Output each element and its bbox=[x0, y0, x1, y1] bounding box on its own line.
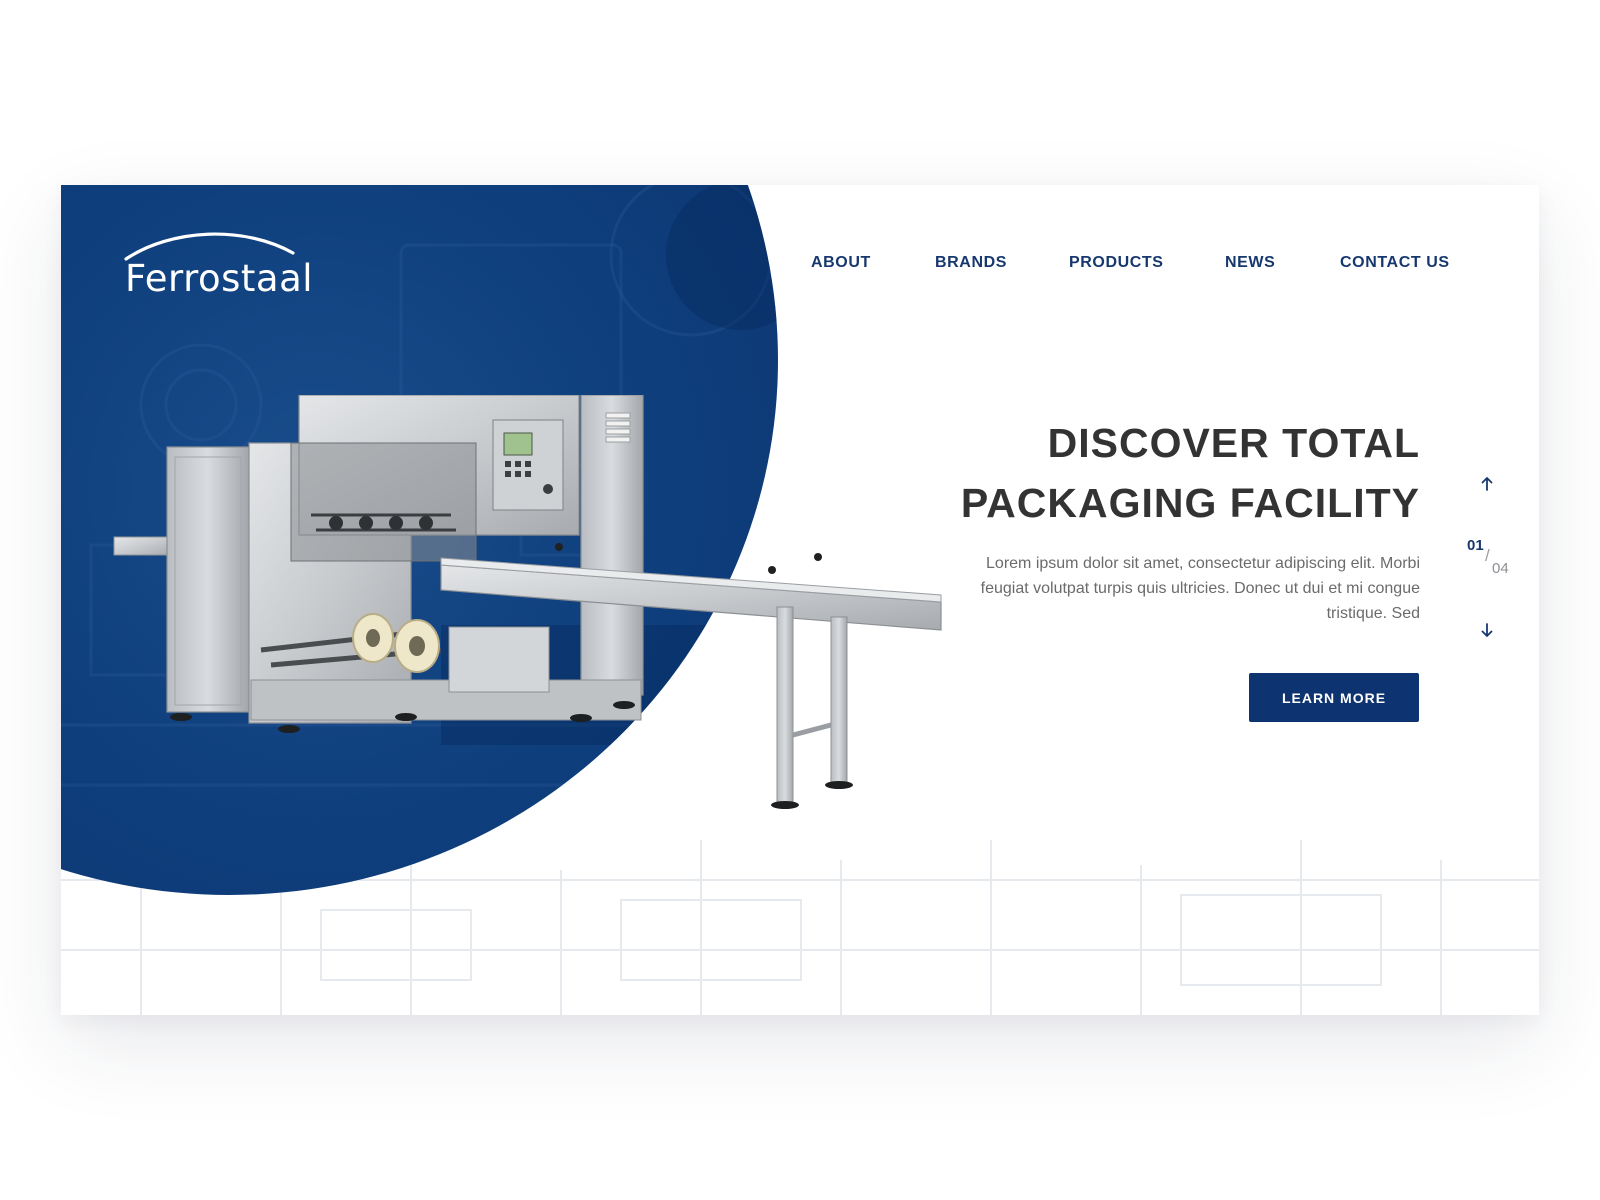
slide-navigation: 01 / 04 bbox=[1456, 475, 1516, 655]
arrow-up-icon[interactable] bbox=[1479, 475, 1495, 493]
hero-description: Lorem ipsum dolor sit amet, consectetur … bbox=[980, 555, 1420, 622]
main-nav: ABOUT BRANDS PRODUCTS NEWS CONTACT US bbox=[61, 254, 1539, 284]
hero-section: Ferrostaal ABOUT BRANDS PRODUCTS NEWS CO… bbox=[61, 185, 1539, 1015]
arrow-down-icon[interactable] bbox=[1479, 621, 1495, 639]
nav-contact-us[interactable]: CONTACT US bbox=[1340, 254, 1450, 272]
nav-news[interactable]: NEWS bbox=[1225, 254, 1275, 272]
nav-products[interactable]: PRODUCTS bbox=[1069, 254, 1164, 272]
nav-brands[interactable]: BRANDS bbox=[935, 254, 1007, 272]
learn-more-button[interactable]: LEARN MORE bbox=[1249, 673, 1419, 722]
slide-counter-total: 04 bbox=[1492, 560, 1509, 577]
slide-counter-current: 01 bbox=[1467, 537, 1484, 554]
nav-about[interactable]: ABOUT bbox=[811, 254, 871, 272]
hero-title-line-1: DISCOVER TOTAL bbox=[1047, 420, 1420, 466]
slide-counter-separator: / bbox=[1485, 546, 1490, 565]
hero-title-line-2: PACKAGING FACILITY bbox=[960, 480, 1420, 526]
hero-title: DISCOVER TOTAL PACKAGING FACILITY bbox=[800, 413, 1420, 533]
